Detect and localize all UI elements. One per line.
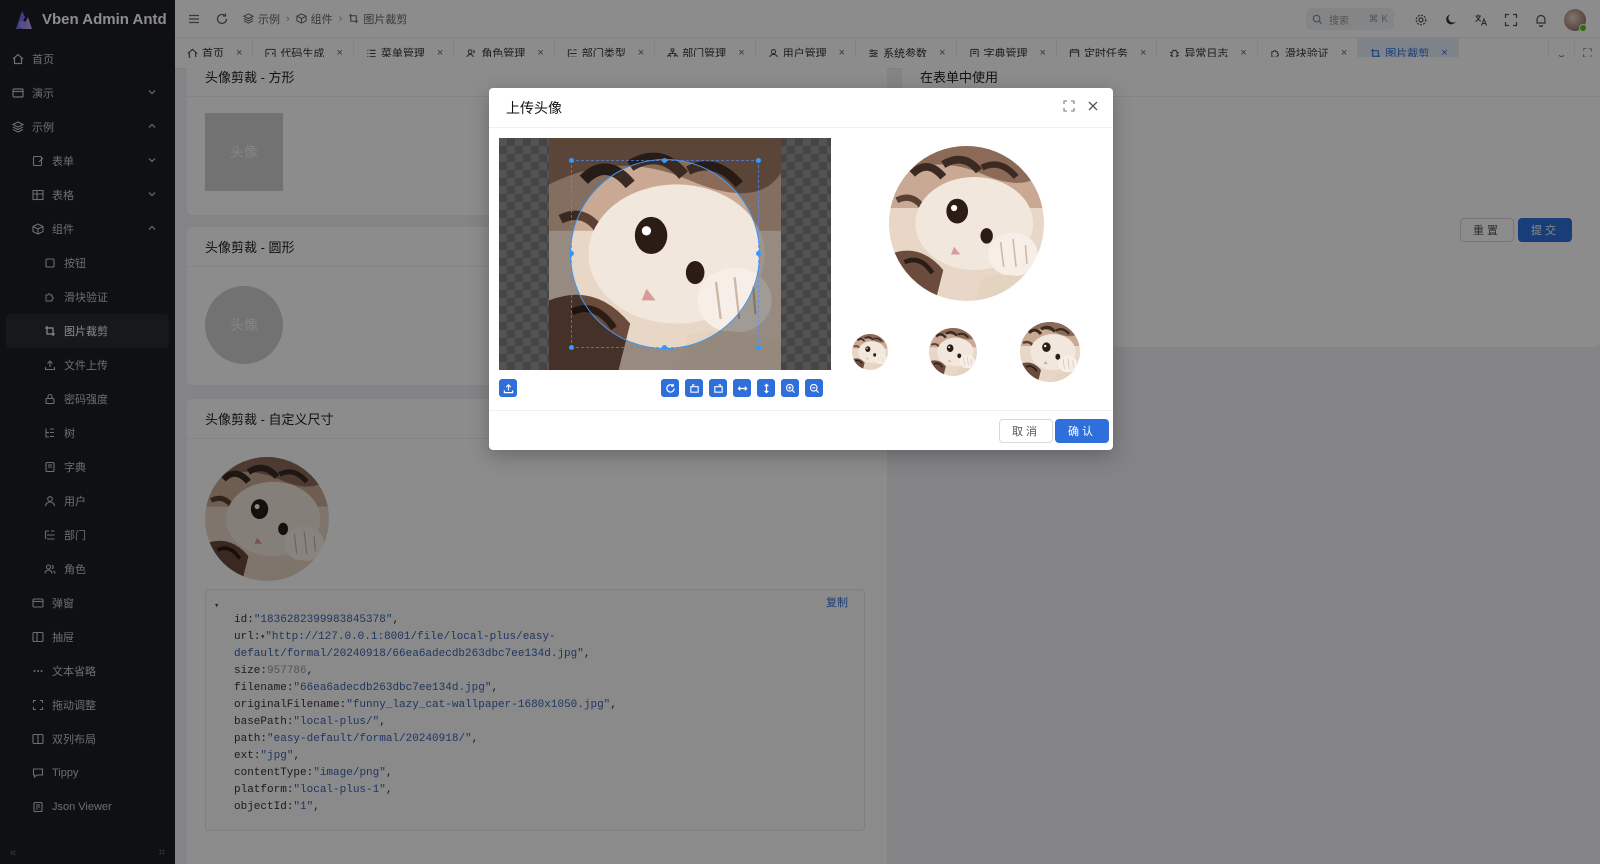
preview-large: [889, 146, 1044, 301]
cropper-toolbar: [661, 379, 823, 397]
preview-large-small: [1020, 322, 1080, 382]
flip-vertical-button[interactable]: [757, 379, 775, 397]
upload-icon: [503, 383, 513, 393]
crop-handle[interactable]: [569, 251, 574, 256]
crop-handle[interactable]: [756, 345, 761, 350]
crop-handle[interactable]: [662, 345, 667, 350]
confirm-button[interactable]: 确认: [1055, 419, 1109, 443]
rotate-left-icon: [689, 383, 699, 393]
rotate-right-icon: [713, 383, 723, 393]
cropper-upload-toolbar: [499, 379, 517, 397]
crop-handle[interactable]: [569, 345, 574, 350]
crop-handle[interactable]: [756, 251, 761, 256]
upload-avatar-modal: 上传头像 取消 确认: [489, 88, 1113, 450]
flip-vertical-icon: [763, 383, 769, 393]
crop-selection[interactable]: [569, 158, 761, 350]
upload-image-button[interactable]: [499, 379, 517, 397]
crop-frame: [571, 160, 759, 348]
close-icon[interactable]: [1087, 100, 1099, 112]
cropper-canvas[interactable]: [499, 138, 831, 370]
fullscreen-icon[interactable]: [1063, 100, 1075, 112]
zoom-out-button[interactable]: [805, 379, 823, 397]
crop-handle[interactable]: [662, 158, 667, 163]
cancel-button[interactable]: 取消: [999, 419, 1053, 443]
zoom-in-button[interactable]: [781, 379, 799, 397]
refresh-icon: [665, 383, 675, 393]
flip-horizontal-icon: [737, 385, 747, 391]
modal-header: 上传头像: [489, 88, 1113, 128]
modal-title: 上传头像: [506, 99, 562, 116]
modal-footer: 取消 确认: [489, 410, 1113, 450]
rotate-left-button[interactable]: [685, 379, 703, 397]
preview-medium: [929, 328, 977, 376]
flip-horizontal-button[interactable]: [733, 379, 751, 397]
zoom-in-icon: [785, 383, 795, 393]
crop-handle[interactable]: [756, 158, 761, 163]
preview-small: [852, 334, 888, 370]
crop-handle[interactable]: [569, 158, 574, 163]
reset-crop-button[interactable]: [661, 379, 679, 397]
rotate-right-button[interactable]: [709, 379, 727, 397]
zoom-out-icon: [809, 383, 819, 393]
